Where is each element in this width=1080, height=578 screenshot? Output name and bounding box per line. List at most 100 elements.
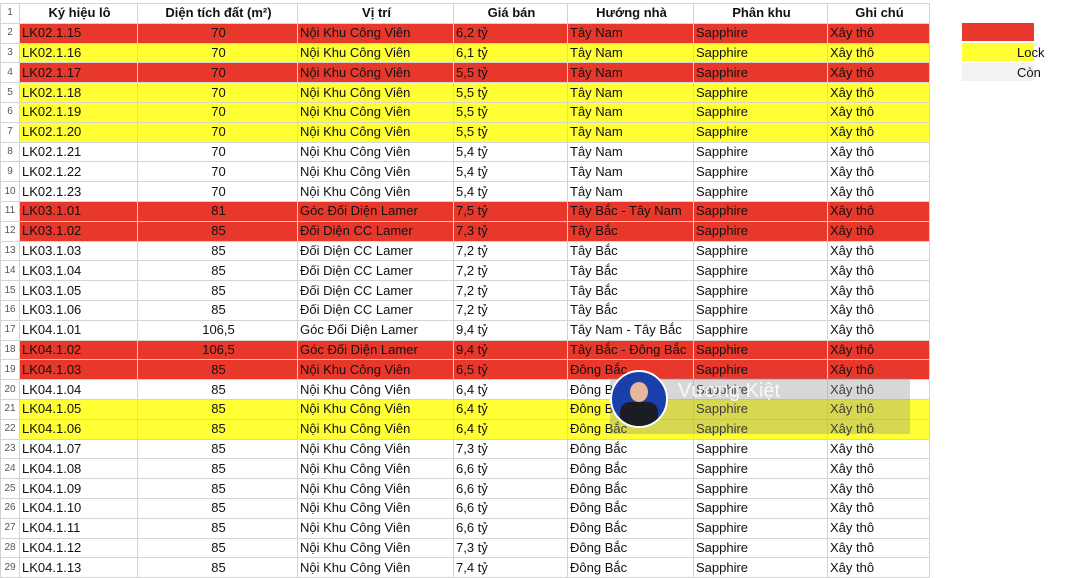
cell-price[interactable]: 7,3 tỷ: [453, 220, 568, 242]
row-number[interactable]: 5: [0, 82, 20, 103]
cell-zone[interactable]: Sapphire: [693, 497, 828, 519]
cell-price[interactable]: 6,4 tỷ: [453, 379, 568, 400]
cell-zone[interactable]: Sapphire: [693, 181, 828, 202]
cell-area[interactable]: 85: [137, 359, 298, 381]
cell-area[interactable]: 70: [137, 82, 298, 103]
cell-note[interactable]: Xây thô: [827, 101, 930, 123]
cell-lot[interactable]: LK04.1.13: [19, 557, 138, 578]
cell-direction[interactable]: Tây Nam: [567, 22, 694, 44]
cell-lot[interactable]: LK04.1.06: [19, 418, 138, 440]
cell-note[interactable]: Xây thô: [827, 121, 930, 143]
table-row[interactable]: 9 LK02.1.22 70 Nội Khu Công Viên 5,4 tỷ Tây N…: [0, 161, 930, 183]
cell-price[interactable]: 9,4 tỷ: [453, 339, 568, 361]
cell-price[interactable]: 7,5 tỷ: [453, 200, 568, 222]
header-direction[interactable]: Hướng nhà: [567, 3, 694, 24]
header-area[interactable]: Diện tích đất (m²): [137, 3, 298, 24]
cell-area[interactable]: 70: [137, 161, 298, 183]
cell-location[interactable]: Đối Diện CC Lamer: [297, 260, 454, 282]
table-row[interactable]: 7 LK02.1.20 70 Nội Khu Công Viên 5,5 tỷ Tây N…: [0, 121, 930, 143]
cell-lot[interactable]: LK03.1.01: [19, 200, 138, 222]
cell-direction[interactable]: Tây Nam: [567, 42, 694, 64]
cell-location[interactable]: Nội Khu Công Viên: [297, 517, 454, 539]
table-row[interactable]: 24 LK04.1.08 85 Nội Khu Công Viên 6,6 tỷ Đông…: [0, 458, 930, 480]
cell-direction[interactable]: Đông Bắc: [567, 537, 694, 559]
table-row[interactable]: 16 LK03.1.06 85 Đối Diện CC Lamer 7,2 tỷ Tây …: [0, 299, 930, 321]
cell-zone[interactable]: Sapphire: [693, 260, 828, 282]
cell-zone[interactable]: Sapphire: [693, 22, 828, 44]
cell-note[interactable]: Xây thô: [827, 280, 930, 301]
row-number[interactable]: 18: [0, 339, 20, 361]
row-number[interactable]: 26: [0, 497, 20, 519]
row-number[interactable]: 7: [0, 121, 20, 143]
row-number[interactable]: 8: [0, 141, 20, 163]
row-number[interactable]: 1: [0, 3, 20, 24]
row-number[interactable]: 10: [0, 181, 20, 202]
cell-lot[interactable]: LK03.1.04: [19, 260, 138, 282]
cell-zone[interactable]: Sapphire: [693, 101, 828, 123]
row-number[interactable]: 12: [0, 220, 20, 242]
cell-lot[interactable]: LK04.1.04: [19, 379, 138, 400]
cell-location[interactable]: Nội Khu Công Viên: [297, 537, 454, 559]
cell-area[interactable]: 85: [137, 557, 298, 578]
cell-zone[interactable]: Sapphire: [693, 220, 828, 242]
table-row[interactable]: 10 LK02.1.23 70 Nội Khu Công Viên 5,4 tỷ Tây …: [0, 181, 930, 202]
cell-lot[interactable]: LK04.1.02: [19, 339, 138, 361]
row-number[interactable]: 23: [0, 438, 20, 460]
cell-price[interactable]: 9,4 tỷ: [453, 319, 568, 341]
cell-zone[interactable]: Sapphire: [693, 537, 828, 559]
cell-lot[interactable]: LK02.1.19: [19, 101, 138, 123]
cell-price[interactable]: 5,5 tỷ: [453, 62, 568, 84]
cell-area[interactable]: 85: [137, 240, 298, 262]
row-number[interactable]: 15: [0, 280, 20, 301]
cell-price[interactable]: 7,2 tỷ: [453, 299, 568, 321]
cell-zone[interactable]: Sapphire: [693, 458, 828, 480]
cell-zone[interactable]: Sapphire: [693, 299, 828, 321]
cell-price[interactable]: 6,6 tỷ: [453, 497, 568, 519]
cell-direction[interactable]: Đông Bắc: [567, 557, 694, 578]
cell-location[interactable]: Nội Khu Công Viên: [297, 478, 454, 499]
cell-price[interactable]: 6,4 tỷ: [453, 398, 568, 420]
cell-price[interactable]: 5,5 tỷ: [453, 82, 568, 103]
cell-area[interactable]: 70: [137, 181, 298, 202]
cell-direction[interactable]: Tây Bắc: [567, 299, 694, 321]
cell-note[interactable]: Xây thô: [827, 339, 930, 361]
row-number[interactable]: 2: [0, 22, 20, 44]
cell-note[interactable]: Xây thô: [827, 62, 930, 84]
cell-direction[interactable]: Tây Bắc: [567, 260, 694, 282]
cell-price[interactable]: 6,2 tỷ: [453, 22, 568, 44]
table-row[interactable]: 4 LK02.1.17 70 Nội Khu Công Viên 5,5 tỷ Tây N…: [0, 62, 930, 84]
cell-location[interactable]: Nội Khu Công Viên: [297, 458, 454, 480]
cell-note[interactable]: Xây thô: [827, 497, 930, 519]
table-row[interactable]: 8 LK02.1.21 70 Nội Khu Công Viên 5,4 tỷ Tây N…: [0, 141, 930, 163]
cell-location[interactable]: Nội Khu Công Viên: [297, 379, 454, 400]
table-row[interactable]: 25 LK04.1.09 85 Nội Khu Công Viên 6,6 tỷ Đông…: [0, 478, 930, 499]
header-price[interactable]: Giá bán: [453, 3, 568, 24]
cell-zone[interactable]: Sapphire: [693, 339, 828, 361]
table-row[interactable]: 5 LK02.1.18 70 Nội Khu Công Viên 5,5 tỷ Tây N…: [0, 82, 930, 103]
cell-zone[interactable]: Sapphire: [693, 319, 828, 341]
cell-lot[interactable]: LK02.1.15: [19, 22, 138, 44]
cell-lot[interactable]: LK02.1.17: [19, 62, 138, 84]
table-row[interactable]: 26 LK04.1.10 85 Nội Khu Công Viên 6,6 tỷ Đông…: [0, 497, 930, 519]
cell-area[interactable]: 85: [137, 260, 298, 282]
cell-location[interactable]: Nội Khu Công Viên: [297, 438, 454, 460]
cell-lot[interactable]: LK02.1.16: [19, 42, 138, 64]
cell-zone[interactable]: Sapphire: [693, 478, 828, 499]
table-row[interactable]: 18 LK04.1.02 106,5 Góc Đối Diện Lamer 9,4 tỷ…: [0, 339, 930, 361]
cell-note[interactable]: Xây thô: [827, 299, 930, 321]
cell-zone[interactable]: Sapphire: [693, 121, 828, 143]
cell-note[interactable]: Xây thô: [827, 458, 930, 480]
cell-area[interactable]: 85: [137, 478, 298, 499]
cell-price[interactable]: 6,6 tỷ: [453, 458, 568, 480]
cell-price[interactable]: 5,5 tỷ: [453, 101, 568, 123]
cell-area[interactable]: 85: [137, 537, 298, 559]
cell-zone[interactable]: Sapphire: [693, 557, 828, 578]
row-number[interactable]: 17: [0, 319, 20, 341]
cell-price[interactable]: 7,4 tỷ: [453, 557, 568, 578]
cell-lot[interactable]: LK04.1.11: [19, 517, 138, 539]
cell-lot[interactable]: LK02.1.20: [19, 121, 138, 143]
cell-location[interactable]: Đối Diện CC Lamer: [297, 280, 454, 301]
cell-location[interactable]: Nội Khu Công Viên: [297, 161, 454, 183]
cell-area[interactable]: 85: [137, 497, 298, 519]
row-number[interactable]: 27: [0, 517, 20, 539]
